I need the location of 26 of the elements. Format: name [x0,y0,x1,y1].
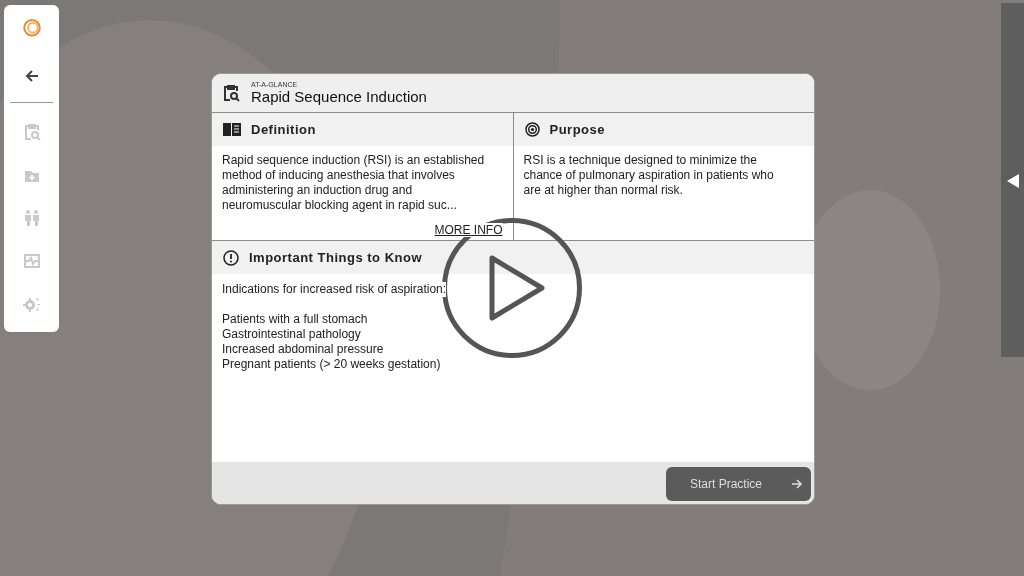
indications-intro: Indications for increased risk of aspiration: [222,282,447,297]
section-title: Important Things to Know [249,250,423,265]
definition-text: Rapid sequence induction (RSI) is an established method of inducing anesthesia that involves administering an induction drug and neuromuscular blocking agent in rapid suc... [221,152,486,213]
indication-item: Pregnant patients (> 20 weeks gestation) [222,357,442,372]
indication-item: Patients with a full stomach [222,312,369,327]
target-icon [524,122,540,137]
section-title: Definition [251,122,316,137]
play-icon [489,255,545,321]
alert-icon [223,249,239,266]
triangle-left-icon [1006,174,1019,188]
expand-button[interactable] [1006,174,1019,188]
purpose-text: RSI is a technique designed to minimize the chance of pulmonary aspiration in patients who are at higher than normal risk. [522,152,775,198]
card-title: Rapid Sequence Induction [251,88,427,105]
logo-icon [20,17,43,39]
gear-icon [22,295,41,314]
indication-item: Increased abdominal pressure [222,342,385,357]
clipboard-search-icon [22,123,41,141]
indication-item: Gastrointestinal pathology [222,327,362,342]
arrow-right-icon [792,479,803,489]
people-icon [22,209,41,228]
section-title: Purpose [549,122,605,137]
monitor-icon [22,252,41,271]
more-info-link[interactable]: MORE INFO [434,223,503,237]
book-icon [223,123,241,136]
start-practice-button[interactable]: Start Practice [666,467,811,501]
clipboard-search-icon [222,84,240,102]
